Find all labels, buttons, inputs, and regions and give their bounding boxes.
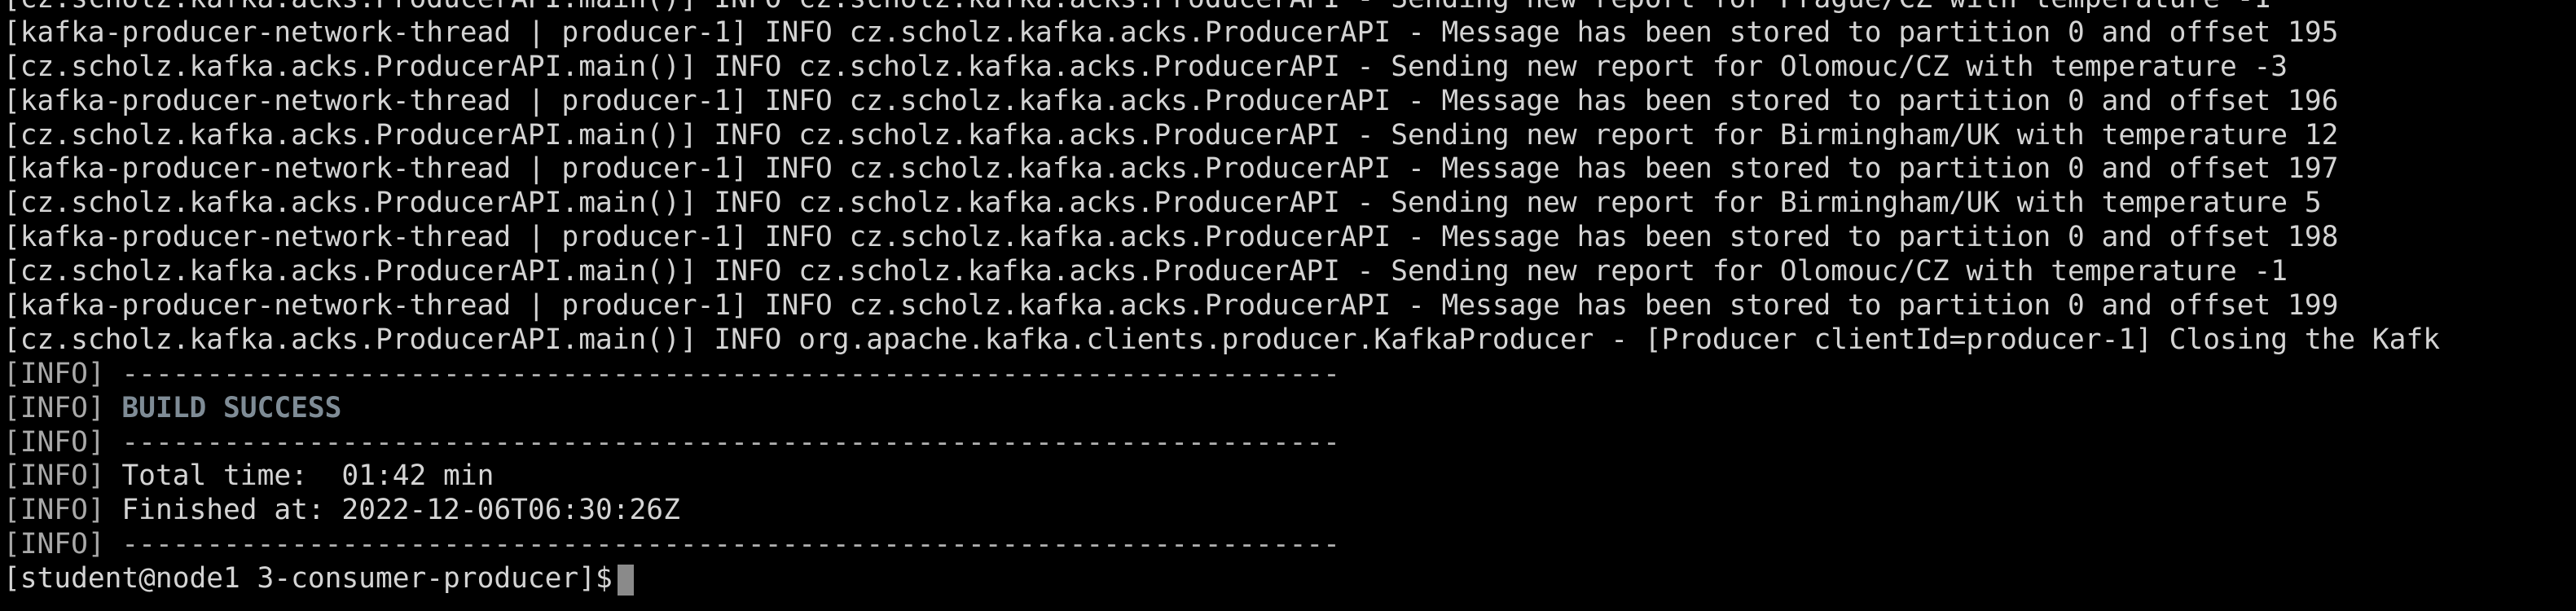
- log-line: [cz.scholz.kafka.acks.ProducerAPI.main()…: [3, 187, 2322, 220]
- shell-prompt: [student@node1 3-consumer-producer]$: [3, 562, 613, 596]
- log-line: [kafka-producer-network-thread | produce…: [3, 289, 2339, 323]
- text-cursor[interactable]: [617, 564, 634, 596]
- info-tag: [INFO]: [3, 357, 105, 390]
- total-time: Total time: 01:42 min: [121, 459, 495, 493]
- separator-rule: ----------------------------------------…: [121, 357, 1340, 390]
- maven-total-time-line: [INFO] Total time: 01:42 min: [3, 459, 2576, 494]
- terminal-output: [cz.scholz.kafka.acks.ProducerAPI.main()…: [3, 0, 2576, 596]
- log-line: [kafka-producer-network-thread | produce…: [3, 15, 2339, 49]
- log-line: [kafka-producer-network-thread | produce…: [3, 84, 2339, 117]
- log-line: [cz.scholz.kafka.acks.ProducerAPI.main()…: [3, 50, 2288, 83]
- build-status: BUILD SUCCESS: [121, 391, 342, 424]
- info-tag: [INFO]: [3, 528, 105, 561]
- log-line: [kafka-producer-network-thread | produce…: [3, 152, 2339, 186]
- info-tag: [INFO]: [3, 494, 105, 527]
- maven-finished-at-line: [INFO] Finished at: 2022-12-06T06:30:26Z: [3, 494, 2576, 528]
- info-tag: [INFO]: [3, 391, 105, 424]
- maven-rule-line: [INFO] ---------------------------------…: [3, 426, 2576, 460]
- finished-at: Finished at: 2022-12-06T06:30:26Z: [121, 494, 680, 527]
- log-line: [cz.scholz.kafka.acks.ProducerAPI.main()…: [3, 118, 2339, 152]
- log-line: [cz.scholz.kafka.acks.ProducerAPI.main()…: [3, 0, 2576, 16]
- maven-rule-line: [INFO] ---------------------------------…: [3, 358, 2576, 392]
- info-tag: [INFO]: [3, 459, 105, 493]
- separator-rule: ----------------------------------------…: [121, 425, 1340, 459]
- info-tag: [INFO]: [3, 425, 105, 459]
- log-line: [cz.scholz.kafka.acks.ProducerAPI.main()…: [3, 323, 2440, 356]
- separator-rule: ----------------------------------------…: [121, 528, 1340, 561]
- log-line: [cz.scholz.kafka.acks.ProducerAPI.main()…: [3, 255, 2288, 288]
- maven-rule-line: [INFO] ---------------------------------…: [3, 528, 2576, 562]
- log-line: [kafka-producer-network-thread | produce…: [3, 221, 2339, 254]
- maven-build-status-line: [INFO] BUILD SUCCESS: [3, 392, 2576, 426]
- shell-prompt-line[interactable]: [student@node1 3-consumer-producer]$: [3, 562, 2576, 596]
- terminal-window[interactable]: [cz.scholz.kafka.acks.ProducerAPI.main()…: [0, 0, 2576, 611]
